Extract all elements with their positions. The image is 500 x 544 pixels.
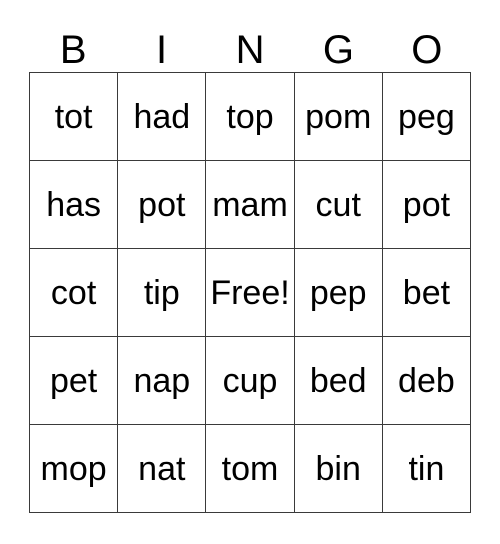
bingo-row: tot had top pom peg (30, 73, 472, 161)
bingo-cell-label: tom (221, 449, 279, 488)
bingo-cell[interactable]: tin (382, 425, 472, 513)
bingo-cell[interactable]: cot (30, 249, 119, 337)
bingo-header: B I N G O (29, 20, 471, 72)
bingo-grid: tot had top pom peg has pot mam cut pot … (29, 72, 472, 513)
bingo-cell[interactable]: bin (294, 425, 383, 513)
bingo-cell[interactable]: nap (118, 337, 207, 425)
bingo-cell[interactable]: cut (294, 161, 383, 249)
header-letter-g: G (322, 28, 354, 72)
bingo-cell[interactable]: pot (118, 161, 207, 249)
bingo-cell[interactable]: pom (294, 73, 383, 161)
bingo-cell-label: top (226, 97, 274, 136)
bingo-cell-label: mop (40, 449, 107, 488)
bingo-cell-label: tip (143, 273, 180, 312)
bingo-cell-label: has (46, 185, 102, 224)
bingo-cell-label: tot (54, 97, 93, 136)
bingo-cell-label: bet (402, 273, 451, 312)
bingo-cell-label: deb (398, 361, 455, 400)
bingo-cell[interactable]: pot (382, 161, 472, 249)
bingo-cell[interactable]: bet (382, 249, 472, 337)
bingo-cell[interactable]: cup (206, 337, 295, 425)
bingo-cell[interactable]: has (30, 161, 119, 249)
bingo-cell[interactable]: mam (206, 161, 295, 249)
header-letter-b: B (59, 28, 87, 72)
bingo-cell-label: pot (402, 185, 451, 224)
bingo-cell-label: had (133, 97, 191, 136)
bingo-cell-label: pom (305, 97, 372, 136)
bingo-cell[interactable]: pep (294, 249, 383, 337)
bingo-cell[interactable]: deb (382, 337, 472, 425)
bingo-cell-label: cut (315, 185, 361, 224)
header-letter-n: N (235, 28, 265, 72)
bingo-cell-label: pot (138, 185, 186, 224)
bingo-cell[interactable]: tip (118, 249, 207, 337)
bingo-cell-label: pet (49, 361, 98, 400)
bingo-cell[interactable]: bed (294, 337, 383, 425)
bingo-cell[interactable]: had (118, 73, 207, 161)
bingo-cell-label: mam (212, 185, 288, 224)
bingo-cell[interactable]: pet (30, 337, 119, 425)
bingo-row: pet nap cup bed deb (30, 337, 472, 425)
bingo-card: B I N G O tot had top pom peg has pot ma… (0, 0, 500, 544)
bingo-cell[interactable]: peg (382, 73, 472, 161)
bingo-cell-label: cot (50, 273, 97, 312)
header-letter-i: I (156, 28, 168, 72)
bingo-cell[interactable]: tot (30, 73, 119, 161)
bingo-cell[interactable]: mop (30, 425, 119, 513)
bingo-cell[interactable]: tom (206, 425, 295, 513)
header-letter-o: O (411, 28, 443, 72)
bingo-cell[interactable]: nat (118, 425, 207, 513)
bingo-cell-label: bin (315, 449, 361, 488)
bingo-cell-label: bed (309, 361, 367, 400)
bingo-cell-label: peg (398, 97, 455, 136)
bingo-cell-label: nat (138, 449, 186, 488)
bingo-cell-label: pep (309, 273, 367, 312)
bingo-free-space-label: Free! (210, 273, 290, 312)
bingo-row: has pot mam cut pot (30, 161, 472, 249)
bingo-cell[interactable]: top (206, 73, 295, 161)
bingo-row: mop nat tom bin tin (30, 425, 472, 513)
bingo-cell-label: cup (222, 361, 278, 400)
bingo-cell-label: tin (408, 449, 445, 488)
bingo-row: cot tip Free! pep bet (30, 249, 472, 337)
bingo-free-space-cell[interactable]: Free! (206, 249, 295, 337)
bingo-cell-label: nap (133, 361, 191, 400)
